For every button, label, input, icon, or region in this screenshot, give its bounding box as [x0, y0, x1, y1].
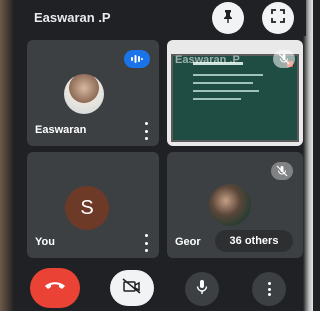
- slide-line: [193, 82, 253, 84]
- participant-name: Easwaran: [35, 124, 87, 136]
- presenter-name: Easwaran .P: [175, 54, 240, 66]
- others-count-badge[interactable]: 36 others: [215, 230, 293, 252]
- avatar: [64, 74, 104, 114]
- participant-tile-easwaran[interactable]: Easwaran: [27, 40, 159, 146]
- fullscreen-button[interactable]: [262, 2, 294, 34]
- mic-off-icon: [271, 162, 293, 180]
- mic-button[interactable]: [185, 272, 219, 306]
- mic-icon: [195, 279, 209, 300]
- participant-tile-presentation[interactable]: Easwaran .P: [167, 40, 303, 146]
- left-edge-background: [0, 0, 14, 311]
- fullscreen-icon: [270, 8, 286, 29]
- avatar-initial: S: [80, 196, 94, 219]
- more-vert-icon[interactable]: [141, 234, 151, 252]
- more-vert-icon: [264, 282, 274, 296]
- participant-tile-others[interactable]: Geor 36 others: [167, 152, 303, 258]
- end-call-button[interactable]: [30, 268, 80, 308]
- more-vert-icon[interactable]: [141, 122, 151, 140]
- participant-name: Geor: [175, 236, 201, 248]
- slide-line: [193, 90, 259, 92]
- meeting-title: Easwaran .P: [34, 10, 111, 25]
- avatar: [209, 184, 251, 226]
- avatar: S: [65, 186, 109, 230]
- slide-line: [193, 98, 241, 100]
- camera-off-icon: [122, 277, 142, 299]
- participant-name: You: [35, 236, 55, 248]
- top-bar: Easwaran .P: [22, 0, 306, 36]
- more-options-button[interactable]: [252, 272, 286, 306]
- others-count-label: 36 others: [229, 235, 279, 247]
- pin-button[interactable]: [212, 2, 244, 34]
- right-edge-background: [303, 0, 313, 311]
- pin-icon: [220, 8, 236, 29]
- camera-toggle-button[interactable]: [110, 270, 154, 306]
- mic-off-icon: [273, 50, 295, 68]
- speaking-indicator-icon: [124, 50, 150, 68]
- slide-line: [193, 74, 263, 76]
- phone-hangup-icon: [44, 279, 66, 297]
- participant-tile-you[interactable]: S You: [27, 152, 159, 258]
